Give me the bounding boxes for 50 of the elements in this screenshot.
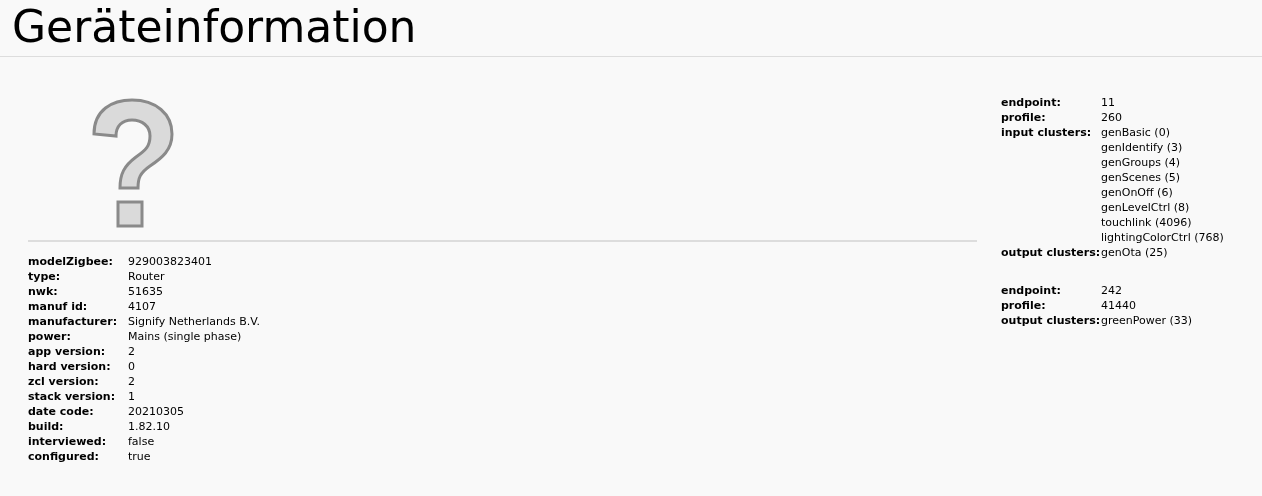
field-label: manuf id: <box>28 299 89 314</box>
field-label: hard version: <box>28 359 112 374</box>
field-label: manufacturer: <box>28 314 119 329</box>
field-label: input clusters: <box>1001 125 1093 141</box>
field-value: 0 <box>128 359 136 374</box>
field-label: endpoint: <box>1001 283 1062 298</box>
field-label: output clusters: <box>1001 245 1101 260</box>
field-value: genLevelCtrl (8) <box>1101 200 1191 215</box>
field-value: 1 <box>128 389 136 404</box>
field-value: 260 <box>1101 110 1123 125</box>
field-value: genScenes (5) <box>1101 170 1182 185</box>
field-value: true <box>128 449 152 464</box>
field-value: touchlink (4096) <box>1101 215 1193 230</box>
field-value: 2 <box>128 344 136 359</box>
field-value: Router <box>128 269 166 284</box>
field-label: app version: <box>28 344 107 359</box>
field-label: zcl version: <box>28 374 100 389</box>
field-value: 4107 <box>128 299 157 314</box>
field-label: type: <box>28 269 62 284</box>
field-label: output clusters: <box>1001 313 1101 328</box>
field-label: endpoint: <box>1001 95 1062 110</box>
field-value: greenPower (33) <box>1101 313 1194 328</box>
field-value: 929003823401 <box>128 254 213 269</box>
field-value: Mains (single phase) <box>128 329 243 344</box>
field-label: power: <box>28 329 72 344</box>
field-label: profile: <box>1001 298 1047 313</box>
field-label: configured: <box>28 449 100 464</box>
field-label: stack version: <box>28 389 117 404</box>
field-value: 41440 <box>1101 298 1137 313</box>
field-label: profile: <box>1001 110 1047 125</box>
field-value: genIdentify (3) <box>1101 140 1184 155</box>
field-value: lightingColorCtrl (768) <box>1101 230 1224 245</box>
field-label: date code: <box>28 404 95 419</box>
field-value: false <box>128 434 156 449</box>
field-value: 1.82.10 <box>128 419 171 434</box>
page-title: Geräteinformation <box>12 0 418 54</box>
field-label: modelZigbee: <box>28 254 114 269</box>
field-value: 20210305 <box>128 404 185 419</box>
field-label: interviewed: <box>28 434 108 449</box>
field-label: nwk: <box>28 284 59 299</box>
field-value: 11 <box>1101 95 1116 110</box>
field-value: genOnOff (6) <box>1101 185 1174 200</box>
field-label: build: <box>28 419 65 434</box>
field-value: 242 <box>1101 283 1123 298</box>
field-value: genBasic (0) <box>1101 125 1171 140</box>
field-value: 2 <box>128 374 136 389</box>
field-value: Signify Netherlands B.V. <box>128 314 261 329</box>
field-value: 51635 <box>128 284 164 299</box>
field-value: genOta (25) <box>1101 245 1169 260</box>
field-value: genGroups (4) <box>1101 155 1182 170</box>
